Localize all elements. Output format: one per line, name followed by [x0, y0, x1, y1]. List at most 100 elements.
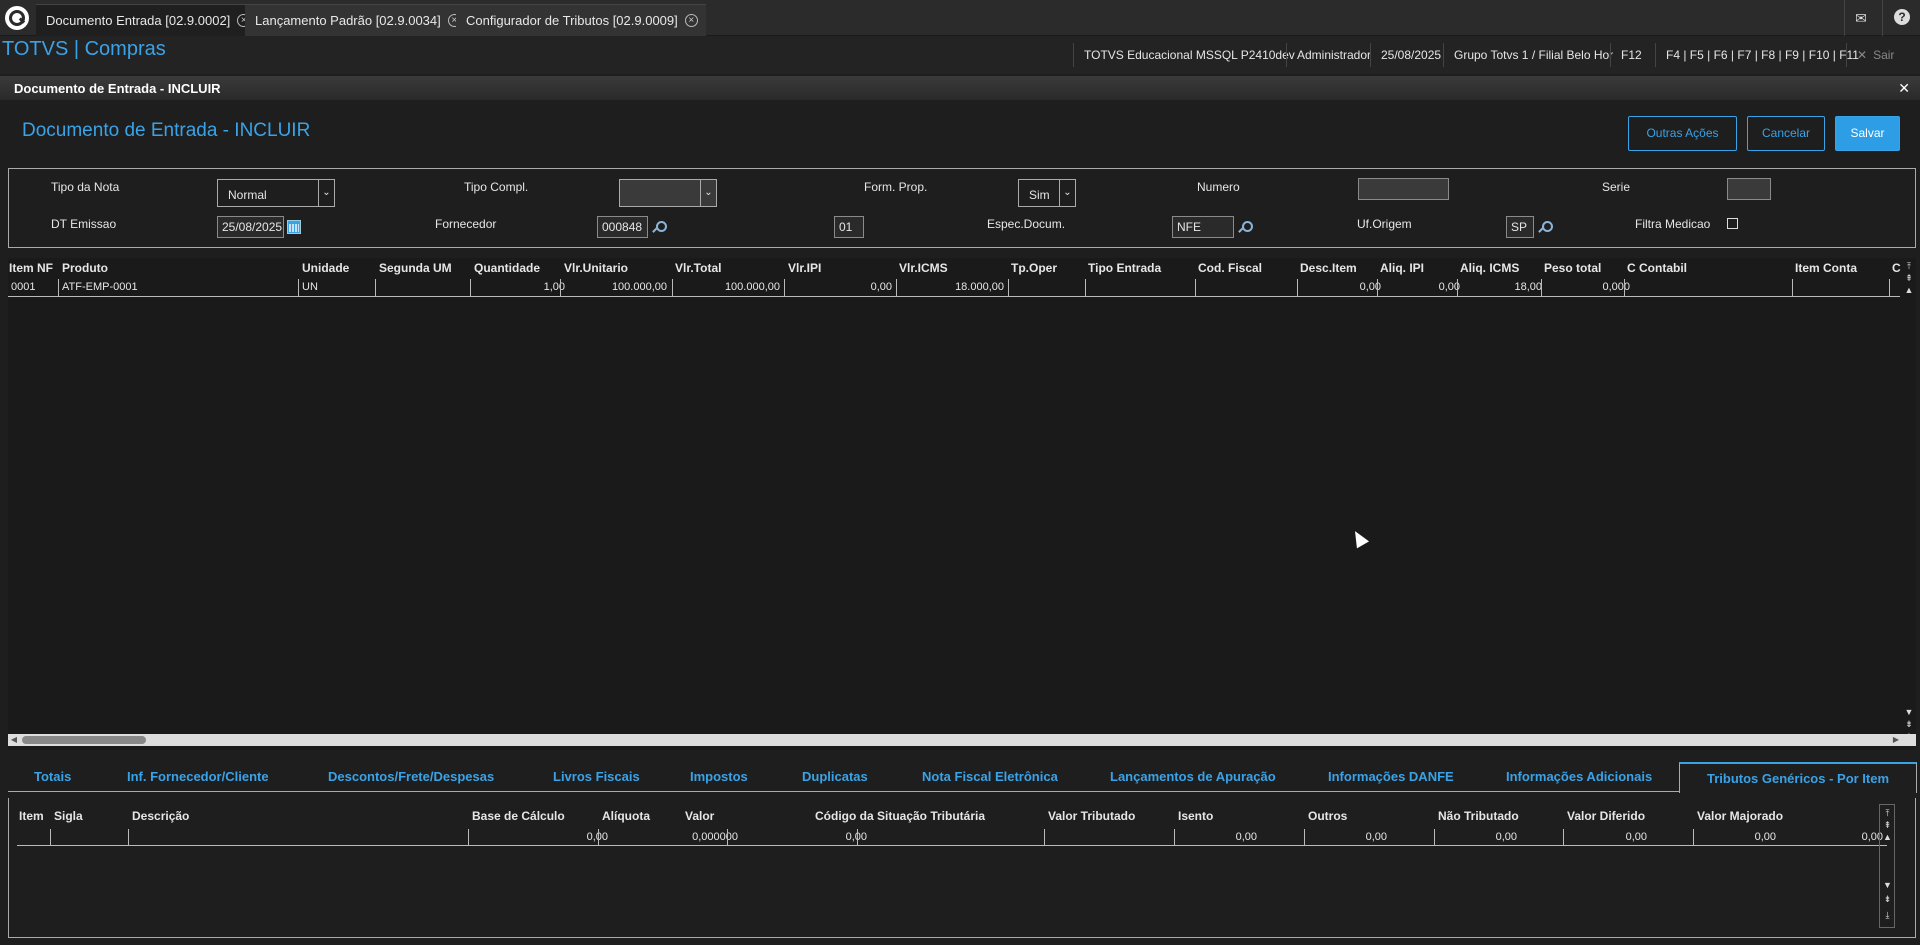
- column-header[interactable]: Descrição: [132, 809, 189, 823]
- help-icon[interactable]: ?: [1894, 9, 1910, 25]
- column-header[interactable]: Unidade: [302, 261, 349, 275]
- column-header[interactable]: Tipo Entrada: [1088, 261, 1161, 275]
- serie-input[interactable]: [1727, 178, 1771, 200]
- scroll-top-icon[interactable]: ⤒: [1881, 807, 1894, 819]
- scroll-left-icon[interactable]: ◀: [8, 734, 20, 746]
- column-header[interactable]: Outros: [1308, 809, 1347, 823]
- espec-docum-input[interactable]: NFE: [1172, 216, 1234, 238]
- search-icon[interactable]: [1238, 221, 1253, 233]
- scroll-thumb[interactable]: [22, 736, 146, 744]
- column-header[interactable]: Valor Majorado: [1697, 809, 1783, 823]
- f12-shortcut[interactable]: F12: [1610, 43, 1652, 67]
- totvs-logo-icon[interactable]: [5, 6, 29, 30]
- column-header[interactable]: Item: [19, 809, 44, 823]
- column-header[interactable]: Alíquota: [602, 809, 650, 823]
- table-row[interactable]: 0,00 0,000000 0,00 0,00 0,00 0,00 0,00 0…: [17, 829, 1887, 846]
- divider: [1844, 0, 1845, 36]
- tab-livros-fiscais[interactable]: Livros Fiscais: [553, 769, 640, 784]
- espec-docum-label: Espec.Docum.: [987, 217, 1066, 231]
- calendar-icon[interactable]: [287, 220, 301, 234]
- fornecedor-input[interactable]: 000848: [597, 216, 648, 238]
- window-tab-lancamento-padrao[interactable]: Lançamento Padrão [02.9.0034] ×: [245, 4, 469, 36]
- dt-emissao-input[interactable]: 25/08/2025: [217, 216, 284, 238]
- horizontal-scrollbar[interactable]: ◀ ▶: [8, 734, 1916, 746]
- tipo-compl-select[interactable]: ⌄: [619, 179, 717, 207]
- column-header[interactable]: C Contabil: [1627, 261, 1687, 275]
- close-icon[interactable]: ✕: [1898, 80, 1910, 97]
- scroll-top-icon[interactable]: ⤒: [1903, 260, 1915, 272]
- column-header[interactable]: Base de Cálculo: [472, 809, 565, 823]
- column-header[interactable]: Segunda UM: [379, 261, 452, 275]
- tab-descontos[interactable]: Descontos/Frete/Despesas: [328, 769, 494, 784]
- other-actions-button[interactable]: Outras Ações: [1628, 116, 1737, 151]
- column-header[interactable]: Aliq. IPI: [1380, 261, 1424, 275]
- scroll-page-down-icon[interactable]: ⇟: [1881, 893, 1894, 905]
- filtra-medicao-checkbox[interactable]: [1727, 218, 1738, 229]
- column-header[interactable]: Isento: [1178, 809, 1213, 823]
- tab-impostos[interactable]: Impostos: [690, 769, 748, 784]
- loja-input[interactable]: 01: [834, 216, 864, 238]
- column-header[interactable]: Quantidade: [474, 261, 540, 275]
- exit-button[interactable]: ✕ Sair: [1846, 43, 1904, 67]
- close-icon[interactable]: ×: [684, 14, 698, 27]
- column-header[interactable]: Vlr.IPI: [788, 261, 821, 275]
- cell-aliquota: 0,000000: [692, 831, 738, 843]
- column-header[interactable]: Item NF: [9, 261, 53, 275]
- tipo-nota-select[interactable]: Normal ⌄: [217, 179, 335, 207]
- search-icon[interactable]: [652, 221, 667, 233]
- mail-icon[interactable]: ✉: [1850, 7, 1872, 29]
- scroll-down-icon[interactable]: ▼: [1903, 706, 1915, 718]
- form-prop-select[interactable]: Sim ⌄: [1018, 179, 1076, 207]
- search-icon[interactable]: [1538, 221, 1553, 233]
- cell-divider: [1044, 829, 1045, 846]
- tab-informacoes-danfe[interactable]: Informações DANFE: [1328, 769, 1454, 784]
- column-header[interactable]: Vlr.Total: [675, 261, 721, 275]
- tab-informacoes-adicionais[interactable]: Informações Adicionais: [1506, 769, 1652, 784]
- column-header[interactable]: Vlr.ICMS: [899, 261, 948, 275]
- scroll-bottom-icon[interactable]: ⤓: [1881, 909, 1894, 921]
- tab-totais[interactable]: Totais: [34, 769, 71, 784]
- branch-info[interactable]: Grupo Totvs 1 / Filial Belo Hor: [1443, 43, 1623, 67]
- column-header[interactable]: Peso total: [1544, 261, 1601, 275]
- cancel-button[interactable]: Cancelar: [1747, 116, 1825, 151]
- column-header[interactable]: Item Conta: [1795, 261, 1857, 275]
- scroll-right-icon[interactable]: ▶: [1890, 734, 1902, 746]
- column-header[interactable]: Cod. Fiscal: [1198, 261, 1262, 275]
- window-tab-documento-entrada[interactable]: Documento Entrada [02.9.0002] ×: [36, 4, 259, 36]
- column-header[interactable]: Valor: [685, 809, 714, 823]
- environment-info[interactable]: TOTVS Educacional MSSQL P2410dev: [1073, 43, 1305, 67]
- cell-divider: [1174, 829, 1175, 846]
- table-row[interactable]: 0001 ATF-EMP-0001 UN 1,00 100.000,00 100…: [8, 279, 1900, 297]
- tab-inf-fornecedor[interactable]: Inf. Fornecedor/Cliente: [127, 769, 269, 784]
- column-header[interactable]: Tp.Oper: [1011, 261, 1057, 275]
- column-header[interactable]: Não Tributado: [1438, 809, 1519, 823]
- column-header[interactable]: Código da Situação Tributária: [815, 809, 985, 823]
- column-header[interactable]: Valor Tributado: [1048, 809, 1135, 823]
- function-keys[interactable]: F4 | F5 | F6 | F7 | F8 | F9 | F10 | F11: [1655, 43, 1869, 67]
- window-tab-configurador-tributos[interactable]: Configurador de Tributos [02.9.0009] ×: [456, 4, 706, 36]
- column-header[interactable]: Vlr.Unitario: [564, 261, 628, 275]
- scroll-page-down-icon[interactable]: ⇟: [1903, 718, 1915, 730]
- column-header[interactable]: C: [1892, 261, 1901, 275]
- scroll-up-icon[interactable]: ▲: [1881, 831, 1894, 843]
- column-header[interactable]: Produto: [62, 261, 108, 275]
- vertical-scrollbar[interactable]: ⤒ ⇞ ▲ ▼ ⇟ ⤓: [1902, 258, 1916, 750]
- uf-origem-input[interactable]: SP: [1506, 216, 1534, 238]
- tab-nota-fiscal-eletronica[interactable]: Nota Fiscal Eletrônica: [922, 769, 1058, 784]
- save-button[interactable]: Salvar: [1835, 116, 1900, 151]
- vertical-scrollbar[interactable]: ⤒ ⇞ ▲ ▼ ⇟ ⤓: [1879, 804, 1895, 928]
- column-header[interactable]: Desc.Item: [1300, 261, 1357, 275]
- scroll-down-icon[interactable]: ▼: [1881, 879, 1894, 891]
- numero-input[interactable]: [1358, 178, 1449, 200]
- column-header[interactable]: Valor Diferido: [1567, 809, 1645, 823]
- tab-lancamentos-apuracao[interactable]: Lançamentos de Apuração: [1110, 769, 1276, 784]
- scroll-page-up-icon[interactable]: ⇞: [1881, 819, 1894, 831]
- scroll-up-icon[interactable]: ▲: [1903, 284, 1915, 296]
- scroll-page-up-icon[interactable]: ⇞: [1903, 272, 1915, 284]
- date-info[interactable]: 25/08/2025: [1370, 43, 1451, 67]
- user-info[interactable]: Administrador: [1286, 43, 1381, 67]
- tab-tributos-genericos[interactable]: Tributos Genéricos - Por Item: [1679, 762, 1918, 793]
- column-header[interactable]: Aliq. ICMS: [1460, 261, 1519, 275]
- tab-duplicatas[interactable]: Duplicatas: [802, 769, 868, 784]
- column-header[interactable]: Sigla: [54, 809, 83, 823]
